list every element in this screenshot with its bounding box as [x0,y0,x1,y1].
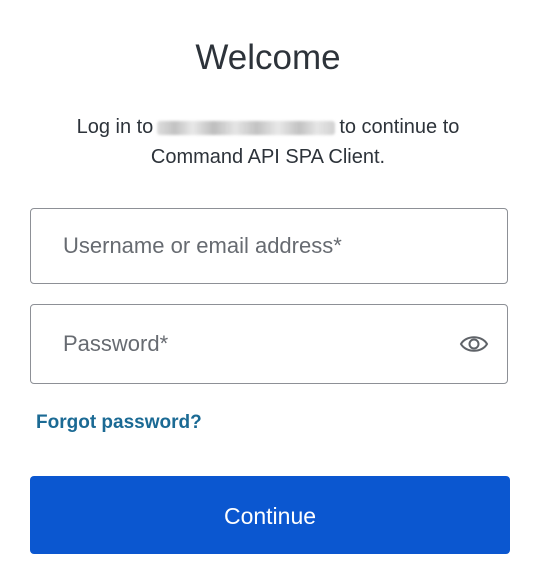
continue-button[interactable]: Continue [30,476,510,554]
password-input[interactable] [31,305,507,383]
subtitle-suffix: to continue to [339,116,460,138]
login-subtitle: Log in to to continue to Command API SPA … [40,112,496,172]
password-field [30,304,508,384]
forgot-password-link[interactable]: Forgot password? [36,412,202,434]
login-page: Welcome Log in to to continue to Command … [0,0,536,578]
redacted-tenant-name [157,120,336,135]
username-input[interactable] [31,209,507,283]
page-title: Welcome [195,38,341,77]
subtitle-client-name: Command API SPA Client. [150,146,386,168]
subtitle-prefix: Log in to [76,116,154,138]
username-field [30,208,508,284]
eye-icon[interactable] [459,331,489,357]
